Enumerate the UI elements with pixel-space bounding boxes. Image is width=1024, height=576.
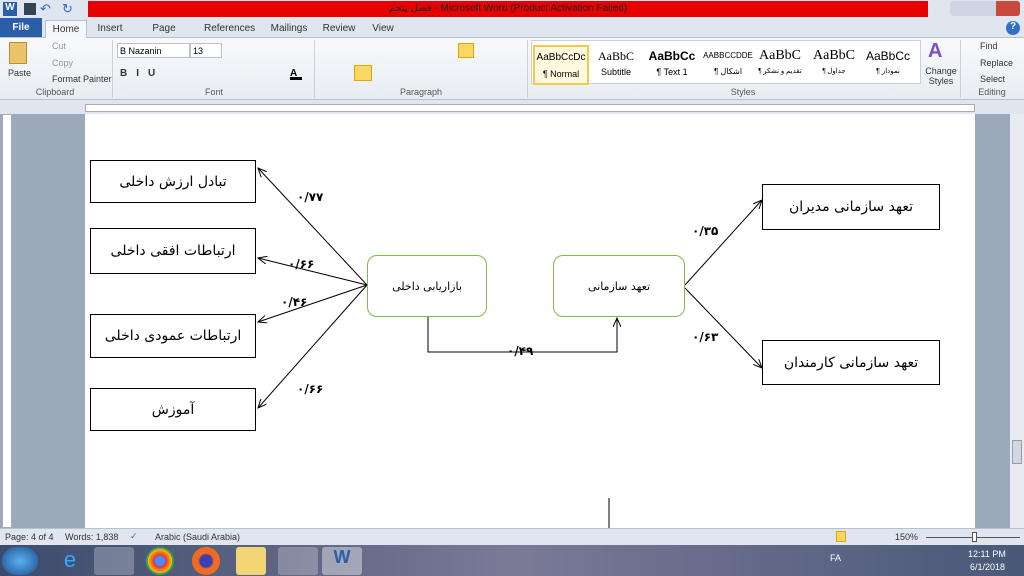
paragraph-group-label: Paragraph	[399, 87, 443, 97]
taskbar: e W FA 12:11 PM 6/1/2018	[0, 545, 1024, 576]
paste-button[interactable]: Paste	[8, 68, 31, 78]
tab-insert[interactable]: Insert	[92, 20, 128, 38]
help-icon[interactable]: ?	[1006, 21, 1020, 35]
style-shapes[interactable]: AABBCCDDE ¶ اشکال	[700, 45, 756, 85]
weight-managers: ۰/۳۵	[692, 224, 719, 238]
horizontal-ruler[interactable]	[85, 104, 975, 112]
style-text1[interactable]: AaBbCc ¶ Text 1	[644, 45, 700, 85]
style-tables[interactable]: AaBbC ¶ جداول	[806, 45, 862, 85]
window-controls[interactable]	[950, 1, 1020, 16]
start-button[interactable]	[2, 547, 38, 575]
clock-date[interactable]: 6/1/2018	[970, 562, 1005, 572]
weight-horizontal-comm: ۰/۶۶	[288, 257, 315, 271]
tab-page-layout[interactable]: Page Layout	[136, 20, 192, 52]
box-vertical-comm[interactable]: ارتباطات عمودی داخلی	[90, 314, 256, 358]
vertical-ruler[interactable]	[2, 114, 12, 528]
font-group-label: Font	[204, 87, 223, 97]
zoom-level[interactable]: 150%	[895, 532, 918, 542]
box-employees-commitment[interactable]: تعهد سازمانی کارمندان	[762, 340, 940, 385]
font-name-select[interactable]: B Nazanin	[117, 43, 190, 58]
select-button[interactable]: Select	[980, 74, 1005, 84]
title-bar: W ↶ ↻ فصل پنجم - Microsoft Word (Product…	[0, 0, 1024, 18]
weight-employees: ۰/۶۳	[692, 330, 719, 344]
clipboard-group-label: Clipboard	[35, 87, 75, 97]
weight-training: ۰/۶۶	[297, 382, 324, 396]
rtl-button[interactable]	[458, 43, 474, 58]
scroll-thumb[interactable]	[1012, 440, 1022, 464]
box-managers-commitment[interactable]: تعهد سازمانی مدیران	[762, 184, 940, 230]
style-thanks[interactable]: AaBbC ¶ تقدیم و تشکر	[752, 45, 808, 85]
arrow-to-employees	[684, 287, 762, 368]
status-bar: Page: 4 of 4 Words: 1,838 ✓ Arabic (Saud…	[0, 528, 1024, 545]
weight-vertical-comm: ۰/۴۶	[281, 295, 308, 309]
paste-icon[interactable]	[9, 42, 27, 64]
style-subtitle[interactable]: AaBbC Subtitle	[588, 45, 644, 85]
font-color-icon[interactable]: A	[290, 68, 302, 80]
calculator-icon[interactable]	[278, 547, 318, 575]
align-right-button[interactable]	[354, 65, 372, 81]
styles-group-label: Styles	[730, 87, 756, 97]
tab-review[interactable]: Review	[320, 20, 358, 38]
zoom-slider-thumb[interactable]	[972, 532, 977, 542]
chrome-icon[interactable]	[146, 547, 174, 575]
weight-value-exchange: ۰/۷۷	[297, 190, 324, 204]
print-layout-icon[interactable]	[836, 531, 846, 542]
ie-icon[interactable]: e	[50, 547, 90, 575]
style-normal[interactable]: AaBbCcDc ¶ Normal	[533, 45, 589, 85]
explorer-icon[interactable]	[236, 547, 266, 575]
change-styles-button[interactable]: Change Styles	[924, 66, 958, 86]
copy-button[interactable]: Copy	[52, 58, 73, 68]
word-icon: W	[3, 2, 17, 16]
replace-button[interactable]: Replace	[980, 58, 1013, 68]
page-count[interactable]: Page: 4 of 4	[5, 532, 54, 542]
box-training[interactable]: آموزش	[90, 388, 256, 431]
find-button[interactable]: Find	[980, 41, 998, 51]
media-player-icon[interactable]	[94, 547, 134, 575]
format-painter-button[interactable]: Format Painter	[52, 74, 112, 84]
language-status[interactable]: Arabic (Saudi Arabia)	[155, 532, 240, 542]
change-styles-icon[interactable]: A	[928, 40, 942, 63]
box-value-exchange[interactable]: تبادل ارزش داخلی	[90, 160, 256, 203]
word-count[interactable]: Words: 1,838	[65, 532, 118, 542]
tab-view[interactable]: View	[368, 20, 398, 38]
word-taskbar-icon[interactable]: W	[322, 547, 362, 575]
vertical-scrollbar[interactable]	[1010, 114, 1024, 528]
box-org-commitment[interactable]: تعهد سازمانی	[553, 255, 685, 317]
editing-group-label: Editing	[978, 87, 1006, 97]
tab-references[interactable]: References	[204, 20, 255, 38]
firefox-icon[interactable]	[192, 547, 220, 575]
tab-mailings[interactable]: Mailings	[266, 20, 312, 38]
ribbon-tabs: File Home Insert Page Layout References …	[0, 18, 1024, 52]
ribbon: Paste Cut Copy Format Painter Clipboard …	[0, 38, 1024, 100]
arrow-to-managers	[684, 200, 762, 286]
cut-button[interactable]: Cut	[52, 41, 66, 51]
tab-home[interactable]: Home	[45, 20, 87, 38]
document-page[interactable]: تبادل ارزش داخلی ارتباطات افقی داخلی ارت…	[85, 114, 975, 528]
weight-center: ۰/۴۹	[507, 344, 534, 358]
input-language[interactable]: FA	[830, 553, 841, 563]
window-title: فصل پنجم - Microsoft Word (Product Activ…	[88, 1, 928, 17]
style-chart[interactable]: AaBbCc ¶ نمودار	[860, 45, 916, 85]
proofing-icon[interactable]: ✓	[130, 531, 138, 542]
styles-gallery: AaBbCcDc ¶ Normal AaBbC Subtitle AaBbCc ¶ T…	[531, 40, 921, 85]
font-size-select[interactable]: 13	[190, 43, 222, 58]
clock-time[interactable]: 12:11 PM	[968, 549, 1006, 559]
save-icon[interactable]	[24, 3, 36, 15]
undo-icon[interactable]: ↶	[40, 1, 51, 17]
box-horizontal-comm[interactable]: ارتباطات افقی داخلی	[90, 228, 256, 274]
font-format-buttons[interactable]: BIU	[120, 68, 164, 79]
tab-file[interactable]: File	[0, 18, 42, 37]
box-internal-marketing[interactable]: بازاریابی داخلی	[367, 255, 487, 317]
redo-icon[interactable]: ↻	[62, 1, 73, 17]
